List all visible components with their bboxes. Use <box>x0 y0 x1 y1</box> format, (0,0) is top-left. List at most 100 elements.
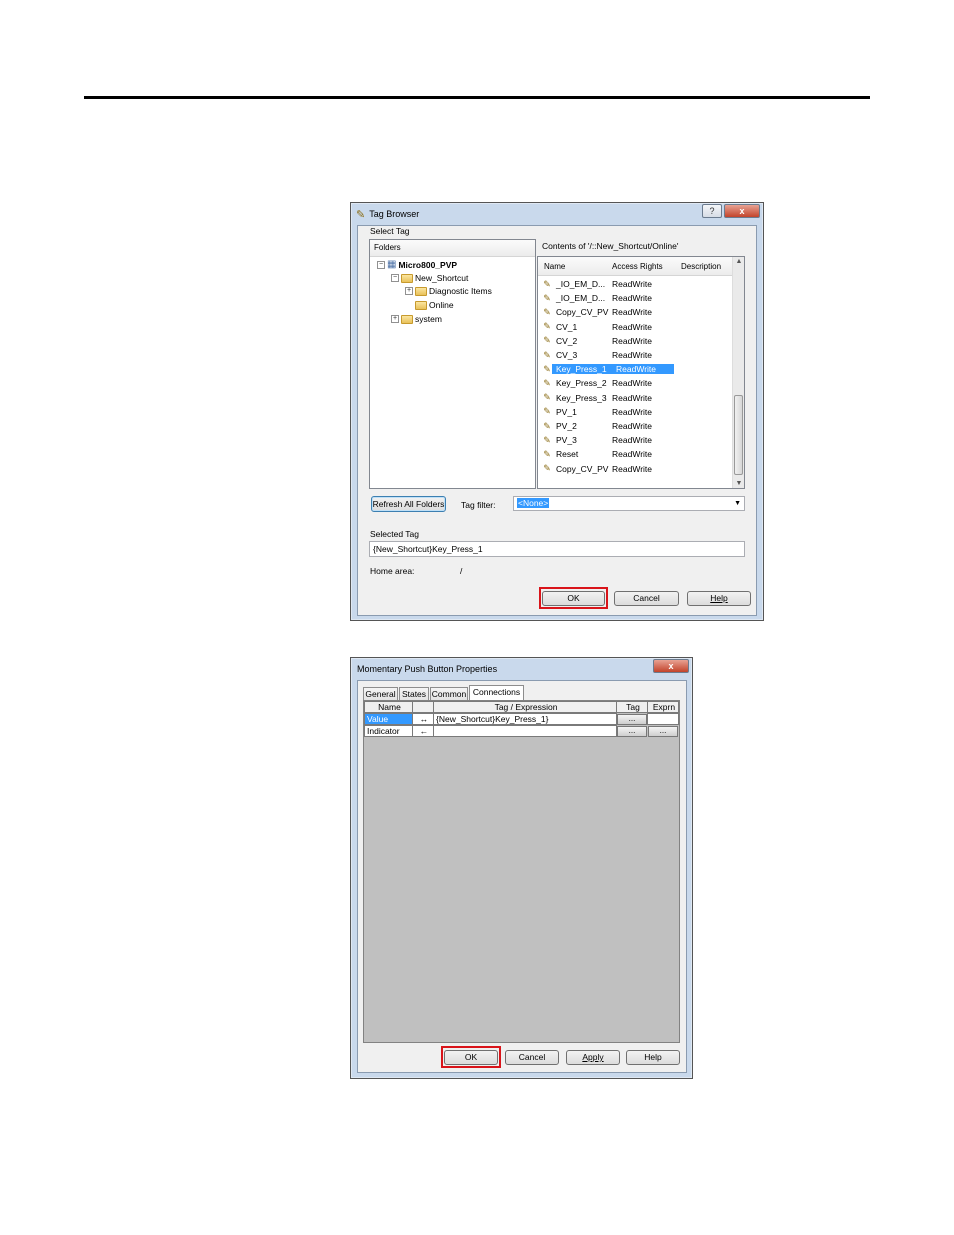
grid-header-tag-expression: Tag / Expression <box>433 701 617 713</box>
tree-node-root[interactable]: − ▦ Micro800_PVP <box>377 259 457 270</box>
close-icon[interactable]: x <box>724 204 760 218</box>
scrollbar-thumb[interactable] <box>734 395 743 475</box>
tree-node-system[interactable]: + system <box>391 314 442 324</box>
tag-filter-select[interactable]: <None> ▼ <box>513 496 745 511</box>
tag-row[interactable]: ✎ Key_Press_2 ReadWrite <box>542 376 730 390</box>
mpb-apply-button[interactable]: Apply <box>566 1050 620 1065</box>
tab-common[interactable]: Common <box>430 687 468 701</box>
tag-row-access: ReadWrite <box>612 392 652 403</box>
ok-button[interactable]: OK <box>542 591 605 606</box>
grid-row-indicator-name[interactable]: Indicator <box>364 725 413 737</box>
tag-row[interactable]: ✎ PV_2 ReadWrite <box>542 419 730 433</box>
refresh-all-folders-button[interactable]: Refresh All Folders <box>371 496 446 512</box>
tag-pencil-icon: ✎ <box>543 420 551 431</box>
grid-row-value-name[interactable]: Value <box>364 713 413 725</box>
grid-row-indicator-expression[interactable] <box>433 725 617 737</box>
folder-icon <box>401 314 413 324</box>
mpb-ok-button[interactable]: OK <box>444 1050 498 1065</box>
page-top-rule <box>84 96 870 99</box>
tag-pencil-icon: ✎ <box>543 434 551 445</box>
tag-pencil-icon: ✎ <box>543 306 551 317</box>
tag-row[interactable]: ✎ CV_1 ReadWrite <box>542 320 730 334</box>
folder-icon <box>401 273 413 283</box>
home-area-value: / <box>460 566 463 576</box>
chevron-down-icon[interactable]: ▼ <box>734 497 741 510</box>
tag-row-name: Reset <box>556 449 579 460</box>
tag-list-panel: Name Access Rights Description ✎ _IO_EM_D… <box>537 256 745 489</box>
help-button[interactable]: Help <box>687 591 751 606</box>
col-access-header[interactable]: Access Rights <box>612 257 663 277</box>
tab-general[interactable]: General <box>363 687 398 701</box>
mpb-help-button[interactable]: Help <box>626 1050 680 1065</box>
grid-row-value-expression[interactable]: {New_Shortcut}Key_Press_1} <box>433 713 617 725</box>
grid-row-value-exprn <box>647 713 679 725</box>
selected-tag-field[interactable]: {New_Shortcut}Key_Press_1 <box>369 541 745 557</box>
col-description-header[interactable]: Description <box>681 257 721 277</box>
tag-row-name: PV_2 <box>556 421 577 431</box>
tag-row-access: ReadWrite <box>612 279 652 289</box>
tag-row[interactable]: ✎ Key_Press_3 ReadWrite <box>542 391 730 405</box>
home-area-label: Home area: <box>370 566 415 576</box>
mpb-title: Momentary Push Button Properties <box>357 664 498 674</box>
grid-header-name: Name <box>364 701 413 713</box>
tag-list-header: Name Access Rights Description <box>538 257 732 276</box>
connections-grid <box>363 700 680 1043</box>
select-tag-label: Select Tag <box>370 226 410 236</box>
grid-header-tag: Tag <box>616 701 648 713</box>
folder-icon <box>415 286 427 296</box>
mpb-cancel-button[interactable]: Cancel <box>505 1050 559 1065</box>
tag-row-name: PV_1 <box>556 406 577 417</box>
tag-list-scrollbar[interactable]: ▲ ▼ <box>732 257 744 488</box>
tag-row[interactable]: ✎ CV_3 ReadWrite <box>542 348 730 362</box>
indicator-exprn-browse-button[interactable]: ... <box>648 726 678 737</box>
tree-label-online: Online <box>429 300 454 310</box>
collapse-icon[interactable]: − <box>377 260 385 269</box>
tag-row-access: ReadWrite <box>612 378 652 389</box>
tree-label-root: Micro800_PVP <box>398 259 458 270</box>
help-title-button[interactable]: ? <box>702 204 722 218</box>
tag-row-name: Copy_CV_PV <box>556 463 609 474</box>
close-icon[interactable]: x <box>653 659 689 673</box>
mpb-titlebar[interactable]: Momentary Push Button Properties <box>351 658 692 680</box>
tag-row-access: ReadWrite <box>612 321 652 332</box>
tree-node-diagnostic-items[interactable]: + Diagnostic Items <box>405 286 492 296</box>
tag-row[interactable]: ✎ _IO_EM_D... ReadWrite <box>542 291 730 305</box>
expand-icon[interactable]: + <box>405 287 413 295</box>
collapse-icon[interactable]: − <box>391 274 399 282</box>
tag-row[interactable]: ✎ Key_Press_1 ReadWrite <box>542 362 730 376</box>
col-name-header[interactable]: Name <box>544 257 565 277</box>
tree-node-new-shortcut[interactable]: − New_Shortcut <box>391 273 468 283</box>
cancel-button[interactable]: Cancel <box>614 591 679 606</box>
scroll-down-icon[interactable]: ▼ <box>733 480 745 487</box>
tag-pencil-icon: ✎ <box>543 335 551 346</box>
tag-row[interactable]: ✎ Copy_CV_PV ReadWrite <box>542 462 730 476</box>
tree-node-online[interactable]: Online <box>415 300 454 310</box>
tab-connections[interactable]: Connections <box>469 685 524 701</box>
tag-row[interactable]: ✎ PV_1 ReadWrite <box>542 405 730 419</box>
indicator-tag-browse-button[interactable]: ... <box>617 726 647 737</box>
expand-icon[interactable]: + <box>391 315 399 323</box>
tree-label-diagnostic-items: Diagnostic Items <box>429 286 492 296</box>
tag-pencil-icon: ✎ <box>356 208 366 221</box>
tag-pencil-icon: ✎ <box>543 377 551 388</box>
tag-row-access: ReadWrite <box>612 463 652 474</box>
tag-row-access: ReadWrite <box>612 307 652 318</box>
tab-states[interactable]: States <box>399 687 429 701</box>
tag-row[interactable]: ✎ Copy_CV_PV ReadWrite <box>542 305 730 319</box>
tag-pencil-icon: ✎ <box>543 363 551 374</box>
tag-row-access: ReadWrite <box>612 406 652 417</box>
tag-row-access: ReadWrite <box>612 435 652 446</box>
tag-row-name: CV_3 <box>556 350 578 360</box>
tag-row[interactable]: ✎ _IO_EM_D... ReadWrite <box>542 277 730 291</box>
tag-row-name: Key_Press_1 <box>552 364 614 375</box>
tag-row[interactable]: ✎ Reset ReadWrite <box>542 447 730 461</box>
selected-tag-label: Selected Tag <box>370 529 419 539</box>
grid-header-exprn: Exprn <box>647 701 679 713</box>
tag-pencil-icon: ✎ <box>543 392 551 403</box>
tag-row[interactable]: ✎ PV_3 ReadWrite <box>542 433 730 447</box>
tag-filter-label: Tag filter: <box>461 500 496 510</box>
tag-row[interactable]: ✎ CV_2 ReadWrite <box>542 334 730 348</box>
value-tag-browse-button[interactable]: ... <box>617 714 647 725</box>
scroll-up-icon[interactable]: ▲ <box>733 258 745 265</box>
tag-row-name: _IO_EM_D... <box>556 293 606 304</box>
